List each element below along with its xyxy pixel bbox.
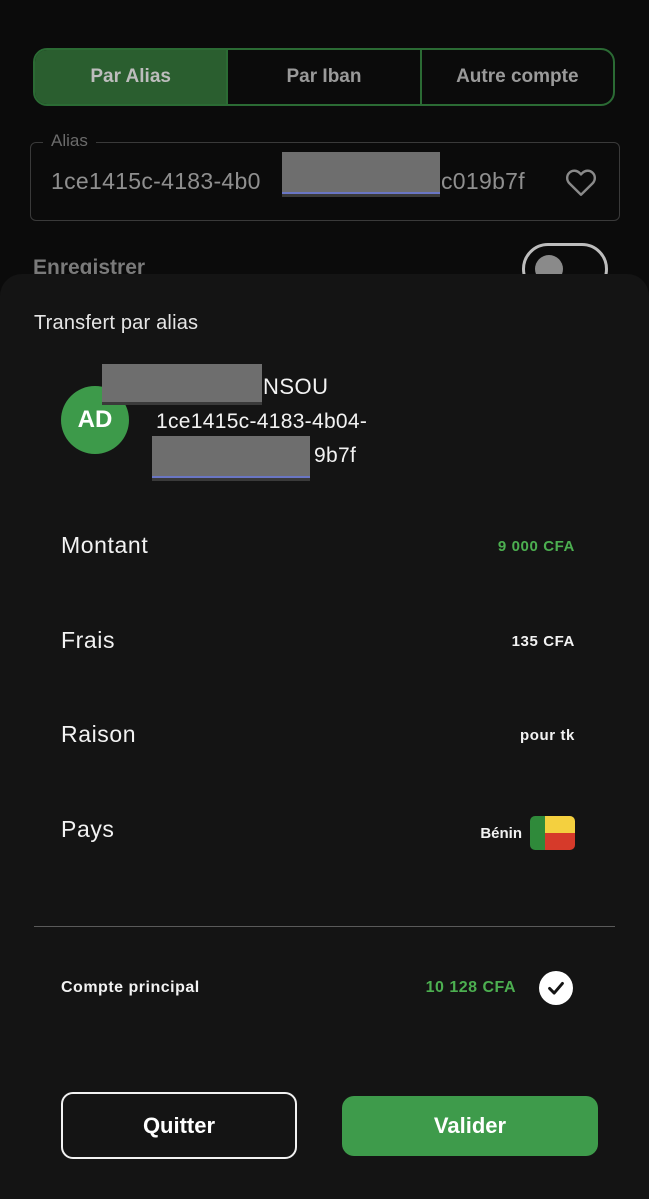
account-label: Compte principal — [61, 979, 200, 996]
account-balance: 10 128 CFA — [425, 979, 516, 996]
benin-flag-icon — [530, 816, 575, 850]
tab-autre-compte[interactable]: Autre compte — [422, 50, 613, 104]
redaction-block — [102, 364, 262, 402]
transfer-confirmation-sheet: Transfert par alias AD NSOU 1ce1415c-418… — [0, 274, 649, 1199]
sheet-title: Transfert par alias — [34, 312, 199, 334]
divider — [34, 926, 615, 927]
alias-value-start: 1ce1415c-4183-4b0 — [51, 168, 261, 194]
validate-button[interactable]: Valider — [342, 1096, 598, 1156]
country-name: Bénin — [480, 824, 522, 842]
recipient-alias-line1: 1ce1415c-4183-4b04- — [156, 410, 368, 433]
amount-value: 9 000 CFA — [497, 538, 575, 555]
quit-button[interactable]: Quitter — [61, 1092, 297, 1159]
heart-icon[interactable] — [563, 164, 599, 200]
tab-par-alias[interactable]: Par Alias — [35, 50, 229, 104]
recipient-name: NSOU — [263, 374, 329, 399]
reason-label: Raison — [61, 721, 137, 747]
country-row: Pays Bénin — [61, 810, 575, 850]
transfer-type-tabs: Par Alias Par Iban Autre compte — [33, 48, 615, 106]
reason-row: Raison pour tk — [61, 715, 575, 755]
amount-label: Montant — [61, 532, 149, 558]
recipient-alias-line2: 9b7f — [314, 444, 357, 467]
account-option[interactable]: Compte principal 10 128 CFA — [61, 966, 573, 1010]
fees-row: Frais 135 CFA — [61, 621, 575, 661]
tab-par-iban[interactable]: Par Iban — [228, 50, 422, 104]
alias-value-end: c019b7f — [441, 168, 525, 194]
transfer-screen: Par Alias Par Iban Autre compte Alias 1c… — [0, 0, 649, 1199]
country-value: Bénin — [480, 816, 575, 850]
amount-row: Montant 9 000 CFA — [61, 526, 575, 566]
fees-label: Frais — [61, 627, 116, 653]
alias-field-label: Alias — [43, 131, 96, 151]
fees-value: 135 CFA — [511, 633, 575, 650]
reason-value: pour tk — [519, 727, 575, 744]
check-icon[interactable] — [539, 971, 573, 1005]
country-label: Pays — [61, 816, 115, 842]
redaction-block — [282, 152, 440, 194]
redaction-block — [152, 436, 310, 478]
